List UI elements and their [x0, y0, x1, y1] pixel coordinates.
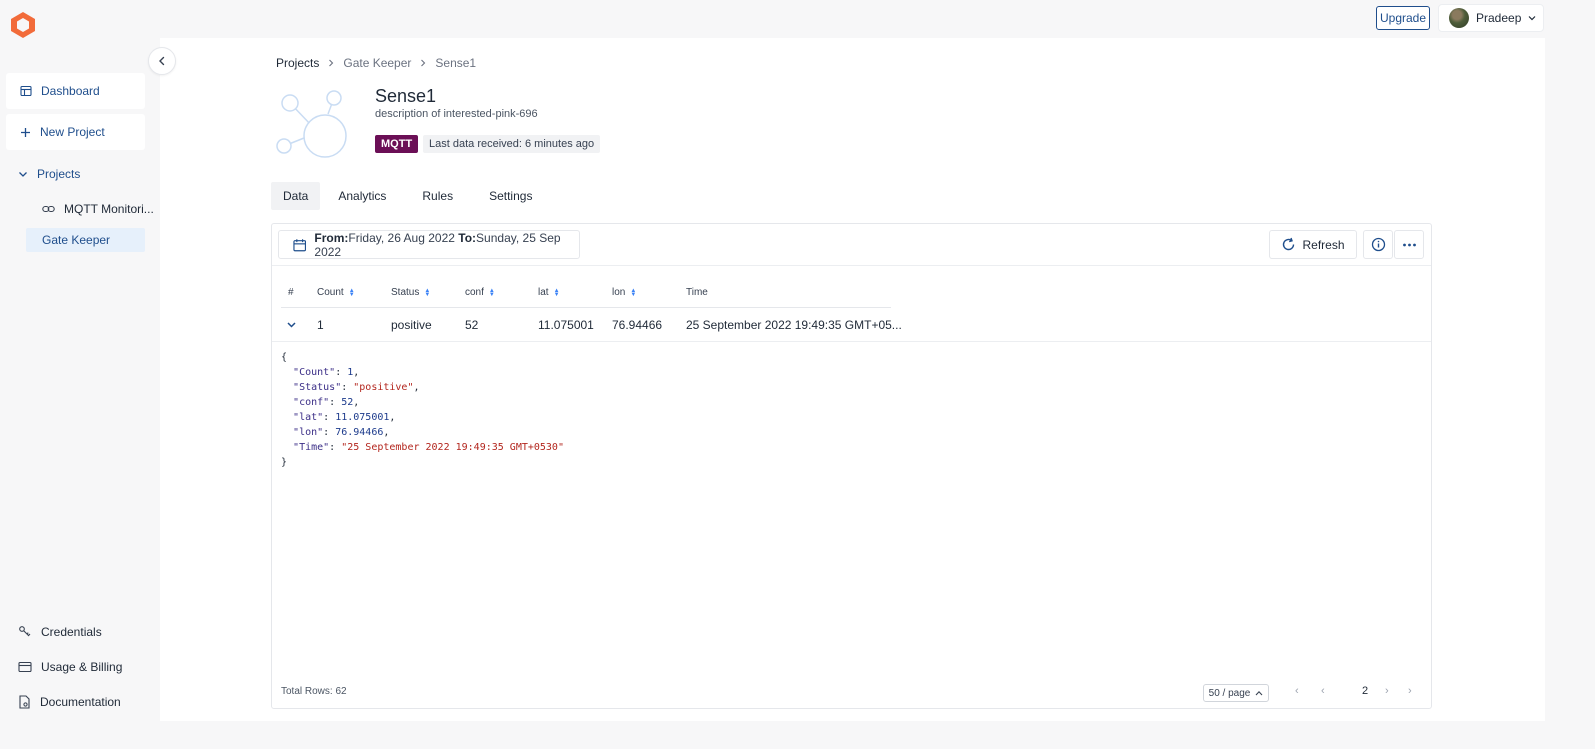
expand-row-chevron-icon[interactable]: [287, 321, 296, 329]
json-viewer: { "Count": 1, "Status": "positive", "con…: [281, 352, 564, 468]
sort-icon[interactable]: ▲ ▼: [489, 288, 495, 298]
cell-count: 1: [317, 318, 324, 332]
cell-lon: 76.94466: [612, 318, 663, 332]
column-header-lat[interactable]: lat ▲ ▼: [538, 287, 560, 298]
sidebar-item-label: MQTT Monitori...: [64, 202, 154, 216]
refresh-icon: [1283, 237, 1295, 251]
column-header-status[interactable]: Status ▲ ▼: [391, 287, 430, 298]
sidebar-item-dashboard[interactable]: Dashboard: [6, 73, 145, 109]
column-header-lon[interactable]: lon ▲ ▼: [612, 287, 636, 298]
chevron-right-icon: [329, 59, 334, 67]
sidebar-item-new-project[interactable]: New Project: [6, 114, 145, 150]
info-button[interactable]: [1363, 230, 1393, 259]
page-number[interactable]: 2: [1362, 685, 1368, 697]
column-header-conf[interactable]: conf ▲ ▼: [465, 287, 495, 298]
breadcrumb: Projects Gate Keeper Sense1: [276, 56, 476, 70]
last-data-badge: Last data received: 6 minutes ago: [423, 135, 601, 153]
breadcrumb-item-projects[interactable]: Projects: [276, 56, 319, 70]
tab-settings[interactable]: Settings: [471, 182, 550, 210]
last-page-button[interactable]: ›: [1408, 685, 1412, 697]
page-title: Sense1: [375, 86, 437, 106]
page-size-select[interactable]: 50 / page: [1203, 684, 1269, 702]
cell-time: 25 September 2022 19:49:35 GMT+05...: [686, 318, 902, 332]
column-header-index: #: [288, 287, 294, 298]
chevron-up-icon: [1255, 690, 1263, 696]
user-name: Pradeep: [1476, 11, 1522, 25]
chevron-right-icon: [421, 59, 426, 67]
info-icon: [1371, 237, 1385, 252]
upgrade-button[interactable]: Upgrade: [1376, 6, 1430, 30]
first-page-button[interactable]: ‹: [1295, 685, 1299, 697]
divider: [272, 265, 1431, 266]
tab-bar: Data Analytics Rules Settings: [271, 182, 550, 210]
sort-icon[interactable]: ▲ ▼: [349, 288, 355, 298]
sidebar-item-label: Credentials: [41, 625, 102, 639]
date-range-picker[interactable]: From:Friday, 26 Aug 2022 To:Sunday, 25 S…: [278, 230, 580, 259]
breadcrumb-item-gate-keeper[interactable]: Gate Keeper: [343, 56, 411, 70]
tab-rules[interactable]: Rules: [404, 182, 471, 210]
sidebar-item-label: Projects: [37, 167, 81, 181]
next-page-button[interactable]: ›: [1385, 685, 1389, 697]
sort-icon[interactable]: ▲ ▼: [554, 288, 560, 298]
more-horizontal-icon: [1402, 243, 1416, 246]
sidebar-item-label: Usage & Billing: [41, 660, 123, 674]
sidebar-item-label: Dashboard: [41, 84, 100, 98]
sidebar-item-projects[interactable]: Projects: [18, 162, 80, 186]
column-header-time: Time: [686, 287, 708, 298]
tab-analytics[interactable]: Analytics: [320, 182, 404, 210]
divider: [272, 341, 1431, 342]
refresh-label: Refresh: [1302, 237, 1345, 252]
sidebar-item-credentials[interactable]: Credentials: [18, 620, 102, 644]
avatar: [1449, 8, 1469, 28]
network-nodes-icon: [276, 90, 347, 158]
calendar-icon: [293, 238, 307, 251]
sidebar-item-usage-billing[interactable]: Usage & Billing: [18, 655, 122, 679]
sidebar-item-label: Gate Keeper: [42, 233, 111, 247]
user-menu[interactable]: Pradeep: [1438, 4, 1544, 32]
sidebar-item-gate-keeper[interactable]: Gate Keeper: [26, 228, 145, 252]
sidebar-item-label: Documentation: [40, 695, 121, 709]
divider: [281, 307, 891, 308]
dashboard-icon: [20, 85, 32, 97]
cell-status: positive: [391, 318, 432, 332]
protocol-badge: MQTT: [375, 135, 419, 153]
chevron-down-icon: [19, 172, 27, 177]
key-icon: [19, 626, 31, 637]
cell-lat: 11.075001: [538, 318, 594, 332]
refresh-button[interactable]: Refresh: [1269, 230, 1357, 259]
sidebar-item-documentation[interactable]: Documentation: [18, 690, 121, 714]
credit-card-icon: [18, 661, 32, 673]
document-icon: [19, 695, 30, 709]
plus-icon: [21, 127, 30, 137]
chevron-left-icon: [159, 56, 165, 66]
brand-logo: [11, 12, 35, 38]
more-options-button[interactable]: [1394, 230, 1424, 259]
sort-icon[interactable]: ▲ ▼: [630, 288, 636, 298]
breadcrumb-item-sense1: Sense1: [435, 56, 477, 70]
prev-page-button[interactable]: ‹: [1321, 685, 1325, 697]
chevron-down-icon: [1528, 16, 1536, 21]
tab-data[interactable]: Data: [271, 182, 321, 210]
sort-icon[interactable]: ▲ ▼: [424, 288, 430, 298]
collapse-sidebar-button[interactable]: [148, 47, 176, 75]
sidebar-item-mqtt-monitoring[interactable]: MQTT Monitori...: [42, 198, 154, 220]
link-icon: [42, 205, 55, 213]
cell-conf: 52: [465, 318, 479, 332]
column-header-count[interactable]: Count ▲ ▼: [317, 287, 355, 298]
sidebar-item-label: New Project: [40, 125, 105, 139]
date-range-text: From:Friday, 26 Aug 2022 To:Sunday, 25 S…: [314, 230, 561, 259]
project-description: description of interested-pink-696: [375, 108, 538, 120]
total-rows: Total Rows: 62: [281, 686, 347, 697]
